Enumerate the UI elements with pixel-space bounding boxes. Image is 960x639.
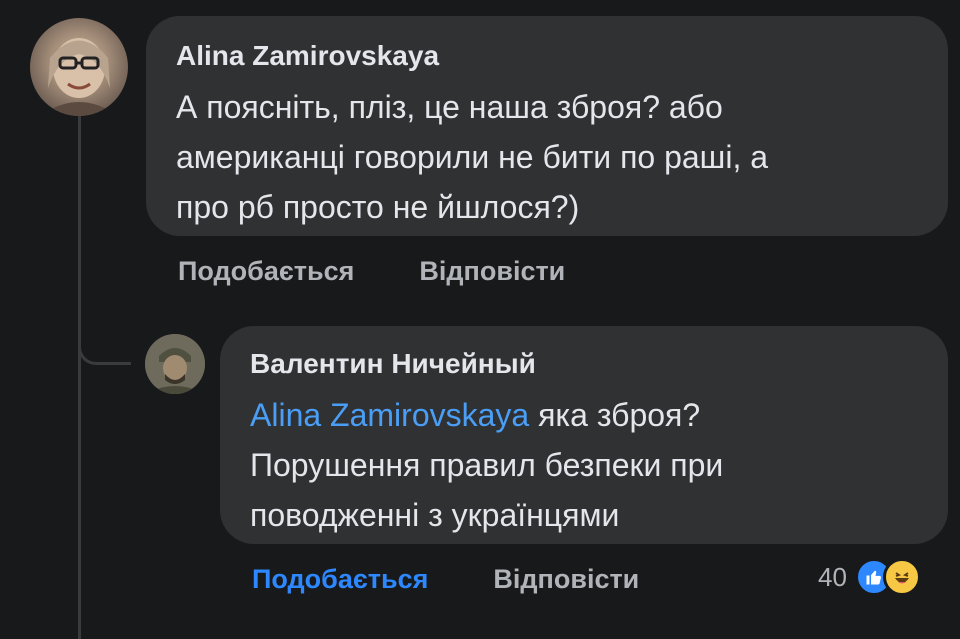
mention-link[interactable]: Alina Zamirovskaya bbox=[250, 397, 529, 433]
haha-reaction-icon bbox=[882, 558, 921, 596]
reply-connector-branch bbox=[78, 322, 131, 365]
comment-bubble-1: Alina Zamirovskaya А поясніть, пліз, це … bbox=[146, 16, 948, 236]
comment-text-segment: яка зброя? bbox=[529, 397, 701, 433]
reactions-summary[interactable]: 40 bbox=[818, 558, 921, 596]
comment-author[interactable]: Alina Zamirovskaya bbox=[176, 40, 918, 72]
comment-text: А поясніть, пліз, це наша зброя? або аме… bbox=[176, 82, 918, 232]
comment-text: Alina Zamirovskaya яка зброя? Порушення … bbox=[250, 390, 918, 540]
reaction-count: 40 bbox=[818, 561, 847, 592]
avatar-photo-icon bbox=[145, 334, 205, 394]
avatar-valentin[interactable] bbox=[145, 334, 205, 394]
like-button[interactable]: Подобається bbox=[252, 564, 428, 594]
comment-text-line: А поясніть, пліз, це наша зброя? або bbox=[176, 89, 723, 125]
thread-connector-line bbox=[78, 110, 81, 639]
avatar-photo-icon bbox=[40, 38, 118, 116]
comment-actions: Подобається Відповісти bbox=[178, 256, 565, 287]
comment-actions: Подобається Відповісти bbox=[252, 564, 639, 595]
comment-text-line: Alina Zamirovskaya яка зброя? bbox=[250, 390, 918, 440]
comment-text-line: поводженні з українцями bbox=[250, 497, 620, 533]
thumbs-up-icon bbox=[866, 570, 881, 585]
avatar-alina[interactable] bbox=[30, 18, 128, 116]
comment-text-line: американці говорили не бити по раші, а bbox=[176, 139, 769, 175]
comment-bubble-2: Валентин Ничейный Alina Zamirovskaya яка… bbox=[220, 326, 948, 544]
like-button[interactable]: Подобається bbox=[178, 256, 354, 286]
comment-author[interactable]: Валентин Ничейный bbox=[250, 348, 918, 380]
laughing-face-icon bbox=[894, 572, 909, 584]
reply-button[interactable]: Відповісти bbox=[419, 256, 565, 286]
cutoff-content bbox=[146, 628, 426, 639]
comment-text-line: Порушення правил безпеки при bbox=[250, 447, 724, 483]
reply-button[interactable]: Відповісти bbox=[493, 564, 639, 594]
comment-text-line: про рб просто не йшлося?) bbox=[176, 189, 580, 225]
